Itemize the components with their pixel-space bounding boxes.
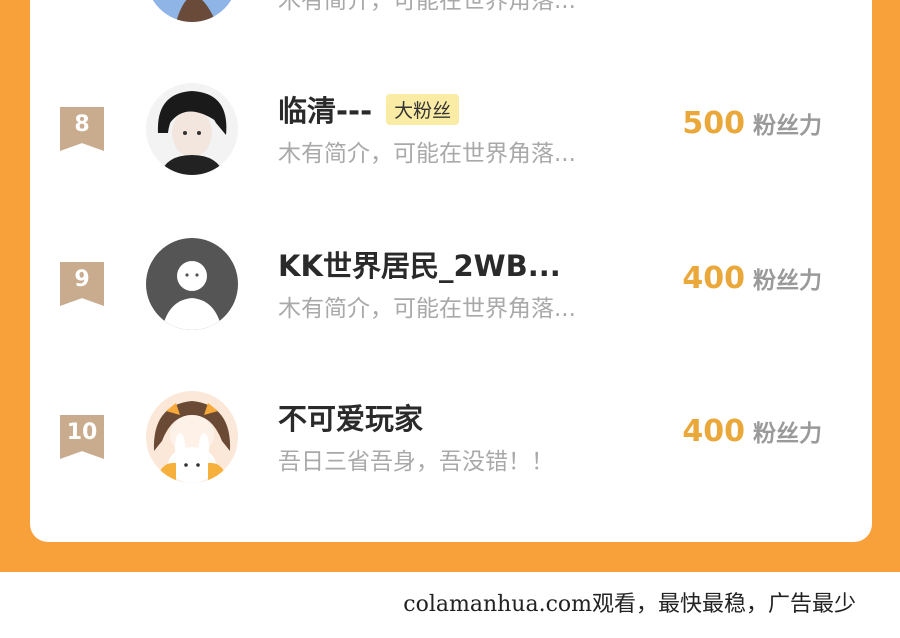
watermark-text: colamanhua.com观看，最快最稳，广告最少 — [403, 592, 856, 617]
user-name[interactable]: 不可爱玩家 — [278, 396, 423, 438]
list-item[interactable]: 10 不可爱玩家 吾日三省吾身，吾没错！！ 400 粉丝力 — [30, 384, 872, 494]
fan-power-value: 400 — [682, 414, 745, 449]
rank-badge: 10 — [60, 415, 104, 459]
avatar[interactable] — [146, 238, 238, 330]
user-name[interactable]: 临清--- 大粉丝 — [278, 88, 460, 130]
fan-power-unit: 粉丝力 — [753, 113, 822, 139]
fan-power-value: 400 — [682, 261, 745, 296]
fan-power: 400 粉丝力 — [682, 261, 822, 296]
avatar[interactable] — [146, 83, 238, 175]
user-bio: 木有简介，可能在世界角落... — [278, 141, 576, 167]
list-item[interactable]: 木有简介，可能在世界角落... — [30, 0, 872, 33]
fan-power-value: 500 — [682, 106, 745, 141]
user-name[interactable]: KK世界居民_2WB... — [278, 243, 561, 285]
fan-power: 400 粉丝力 — [682, 414, 822, 449]
rank-badge: 8 — [60, 107, 104, 151]
user-bio: 木有简介，可能在世界角落... — [278, 0, 576, 14]
list-item[interactable]: 9 KK世界居民_2WB... 木有简介，可能在世界角落... 400 粉丝力 — [30, 231, 872, 341]
fan-power: 500 粉丝力 — [682, 106, 822, 141]
avatar[interactable] — [146, 391, 238, 483]
leaderboard-card: 木有简介，可能在世界角落... 8 临清--- 大粉丝 木有简介，可能在世界角落.… — [30, 0, 872, 542]
rank-badge: 9 — [60, 262, 104, 306]
fan-power-unit: 粉丝力 — [753, 421, 822, 447]
user-bio: 吾日三省吾身，吾没错！！ — [278, 449, 554, 475]
fan-power-unit: 粉丝力 — [753, 268, 822, 294]
list-item[interactable]: 8 临清--- 大粉丝 木有简介，可能在世界角落... 500 粉丝力 — [30, 76, 872, 186]
avatar[interactable] — [146, 0, 238, 22]
user-name-text: 临清--- — [278, 94, 373, 128]
fan-badge: 大粉丝 — [386, 94, 460, 125]
user-bio: 木有简介，可能在世界角落... — [278, 296, 576, 322]
